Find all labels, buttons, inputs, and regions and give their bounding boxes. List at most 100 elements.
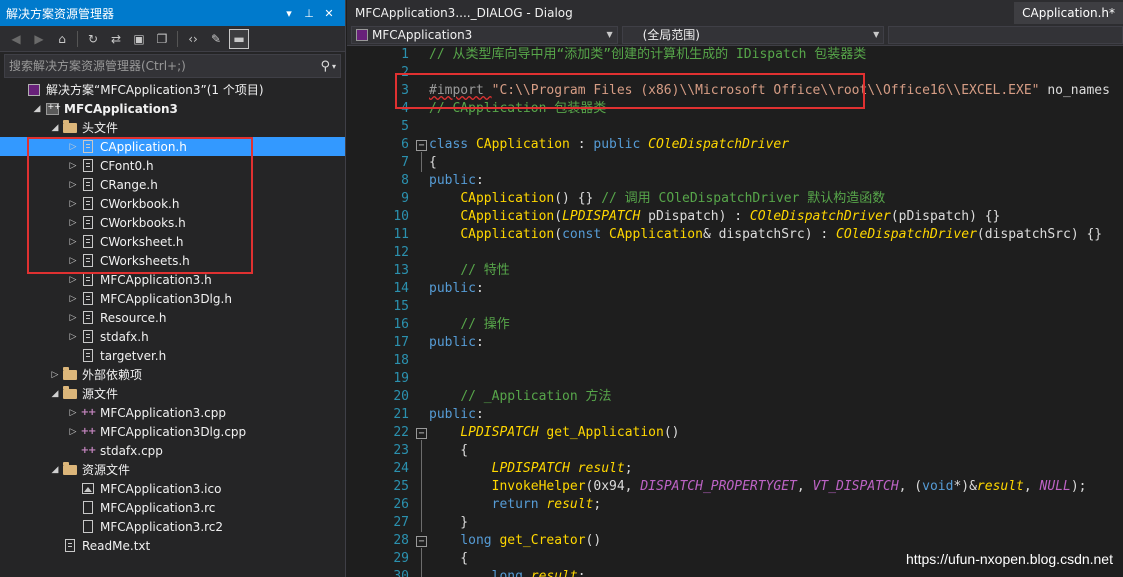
expand-arrow-icon[interactable]: ▷ <box>66 313 80 323</box>
collapse-arrow-icon[interactable]: ◢ <box>48 389 62 399</box>
forward-icon[interactable]: ▶ <box>29 29 49 49</box>
tree-item-label: stdafx.cpp <box>100 443 163 458</box>
expand-arrow-icon[interactable]: ▷ <box>48 370 62 380</box>
search-options-chevron-icon[interactable]: ▾ <box>332 62 336 71</box>
line-number: 24 <box>393 461 409 476</box>
code-text-area[interactable]: 1 // 从类型库向导中用“添加类”创建的计算机生成的 IDispatch 包装器… <box>347 46 1123 577</box>
expand-arrow-icon[interactable]: ▷ <box>66 408 80 418</box>
code-token: long <box>491 569 523 577</box>
project-icon <box>356 28 368 41</box>
header-file-icon <box>80 311 96 325</box>
tree-item[interactable]: ▷ CWorkbooks.h <box>0 213 345 232</box>
function-combo[interactable] <box>888 25 1123 44</box>
fold-toggle-icon[interactable]: − <box>416 140 427 151</box>
toolbar-separator <box>77 30 78 47</box>
tree-item-label: 解决方案“MFCApplication3”(1 个项目) <box>46 83 264 97</box>
tree-item-label: MFCApplication3.rc2 <box>100 519 224 534</box>
tree-item[interactable]: ▷ CWorksheets.h <box>0 251 345 270</box>
fold-toggle-icon[interactable]: − <box>416 428 427 439</box>
tree-item[interactable]: ▷ MFCApplication3.h <box>0 270 345 289</box>
collapse-arrow-icon[interactable]: ◢ <box>48 465 62 475</box>
solution-explorer-search-box[interactable]: ⚲ ▾ <box>4 54 341 78</box>
member-scope-combo[interactable]: (全局范围) ▼ <box>621 25 885 44</box>
fold-toggle-icon[interactable]: − <box>416 536 427 547</box>
tab-dialog-resource[interactable]: MFCApplication3...._DIALOG - Dialog <box>347 2 581 24</box>
collapse-arrow-icon[interactable]: ◢ <box>30 104 44 114</box>
expand-arrow-icon[interactable]: ▷ <box>66 180 80 190</box>
code-token: () {} <box>554 191 602 206</box>
code-line: // _Application 方法 <box>429 388 611 406</box>
show-all-files-icon[interactable]: ❐ <box>152 29 172 49</box>
tree-item[interactable]: targetver.h <box>0 346 345 365</box>
line-number: 6 <box>401 137 409 152</box>
tree-item[interactable]: MFCApplication3.rc2 <box>0 517 345 536</box>
history-icon[interactable]: ↻ <box>83 29 103 49</box>
expand-arrow-icon[interactable]: ▷ <box>66 161 80 171</box>
code-token: () <box>585 533 602 548</box>
tree-item[interactable]: ▷ CApplication.h <box>0 137 345 156</box>
solution-tree: 解决方案“MFCApplication3”(1 个项目)◢MFCApplicat… <box>0 80 345 555</box>
expand-arrow-icon[interactable]: ▷ <box>66 332 80 342</box>
pin-icon[interactable]: ⊥ <box>299 7 319 20</box>
close-icon[interactable]: ✕ <box>319 7 339 20</box>
tree-item-label: stdafx.h <box>100 329 149 344</box>
back-icon[interactable]: ◀ <box>6 29 26 49</box>
tree-item[interactable]: ◢ 源文件 <box>0 384 345 403</box>
project-scope-combo[interactable]: MFCApplication3 ▼ <box>351 25 618 44</box>
code-line: CApplication() {} // 调用 COleDispatchDriv… <box>429 190 885 208</box>
tree-item[interactable]: ▷ Resource.h <box>0 308 345 327</box>
expand-arrow-icon[interactable]: ▷ <box>66 275 80 285</box>
search-icon[interactable]: ⚲ <box>320 59 330 74</box>
tree-item[interactable]: ▷ MFCApplication3Dlg.h <box>0 289 345 308</box>
code-line: { <box>429 550 468 568</box>
expand-arrow-icon[interactable]: ▷ <box>66 218 80 228</box>
tree-item[interactable]: ◢ 头文件 <box>0 118 345 137</box>
line-number: 2 <box>401 65 409 80</box>
tree-item[interactable]: 解决方案“MFCApplication3”(1 个项目) <box>0 80 345 99</box>
tree-item[interactable]: ++ stdafx.cpp <box>0 441 345 460</box>
folder-icon <box>62 385 78 401</box>
tree-item[interactable]: ▷ CRange.h <box>0 175 345 194</box>
sync-icon[interactable]: ⇄ <box>106 29 126 49</box>
expand-arrow-icon[interactable]: ▷ <box>66 256 80 266</box>
tree-item[interactable]: ▷ CWorksheet.h <box>0 232 345 251</box>
tree-item[interactable]: ▷ CWorkbook.h <box>0 194 345 213</box>
code-token: LPDISPATCH <box>491 461 570 476</box>
tree-item[interactable]: ◢ 资源文件 <box>0 460 345 479</box>
tree-item[interactable]: ReadMe.txt <box>0 536 345 555</box>
preview-selected-icon[interactable]: ▬ <box>229 28 249 49</box>
chevron-down-icon: ▼ <box>873 30 880 39</box>
tree-item[interactable]: MFCApplication3.rc <box>0 498 345 517</box>
code-line: public: <box>429 406 484 424</box>
tree-item-label: MFCApplication3 <box>64 101 178 116</box>
header-file-icon <box>80 140 96 154</box>
code-line: // 从类型库向导中用“添加类”创建的计算机生成的 IDispatch 包装器类 <box>429 46 866 64</box>
tree-item-label: MFCApplication3.ico <box>100 481 222 496</box>
collapse-all-icon[interactable]: ▣ <box>129 29 149 49</box>
expand-arrow-icon[interactable]: ▷ <box>66 427 80 437</box>
code-token: NULL <box>1039 479 1071 494</box>
solution-explorer-panel: 解决方案资源管理器 ▾ ⊥ ✕ ◀ ▶ ⌂ ↻ ⇄ ▣ ❐ ‹› ✎ ▬ ⚲ ▾… <box>0 0 346 577</box>
code-token: , <box>1023 479 1040 494</box>
expand-arrow-icon[interactable]: ▷ <box>66 142 80 152</box>
dropdown-icon[interactable]: ▾ <box>279 7 299 20</box>
tree-item[interactable]: ▷ stdafx.h <box>0 327 345 346</box>
expand-arrow-icon[interactable]: ▷ <box>66 237 80 247</box>
tree-item[interactable]: ▷ CFont0.h <box>0 156 345 175</box>
home-icon[interactable]: ⌂ <box>52 29 72 49</box>
tree-item[interactable]: MFCApplication3.ico <box>0 479 345 498</box>
code-line: InvokeHelper(0x94, DISPATCH_PROPERTYGET,… <box>429 478 1087 496</box>
collapse-arrow-icon[interactable]: ◢ <box>48 123 62 133</box>
tree-item[interactable]: ▷ 外部依赖项 <box>0 365 345 384</box>
solution-explorer-search-input[interactable] <box>9 59 319 73</box>
view-code-icon[interactable]: ‹› <box>183 29 203 49</box>
tree-item[interactable]: ◢ MFCApplication3 <box>0 99 345 118</box>
tree-item[interactable]: ▷ ++ MFCApplication3.cpp <box>0 403 345 422</box>
properties-wrench-icon[interactable]: ✎ <box>206 29 226 49</box>
tab-capplication-h[interactable]: CApplication.h* <box>1014 2 1123 24</box>
line-number: 22 <box>393 425 409 440</box>
expand-arrow-icon[interactable]: ▷ <box>66 294 80 304</box>
expand-arrow-icon[interactable]: ▷ <box>66 199 80 209</box>
tree-item[interactable]: ▷ ++ MFCApplication3Dlg.cpp <box>0 422 345 441</box>
